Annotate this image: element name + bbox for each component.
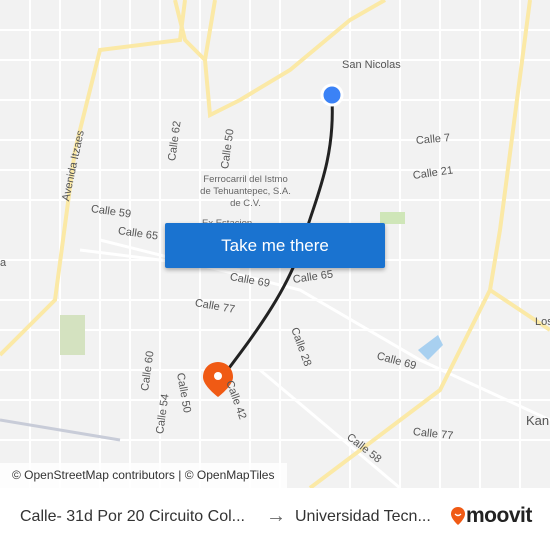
destination-name: Universidad Tecn... [295,508,431,525]
origin-marker [320,83,344,107]
moovit-wordmark: moovit [466,504,532,527]
arrow-right-icon: → [266,505,286,527]
label-los: Los [535,316,550,328]
moovit-logo: moovit [450,504,532,528]
footer: Calle- 31d Por 20 Circuito Col... → Univ… [0,488,550,550]
label-san-nicolas: San Nicolas [342,59,401,71]
take-me-there-button[interactable]: Take me there [165,223,385,268]
map[interactable]: San Nicolas Calle 7 Calle 21 Calle 59 Ca… [0,0,550,488]
label-kan: Kan [526,413,550,428]
map-attribution[interactable]: © OpenStreetMap contributors | © OpenMap… [0,463,287,488]
poi-ferrocarril: Ferrocarril del Istmo de Tehuantepec, S.… [200,174,291,209]
moovit-pin-icon [451,507,465,525]
label-a: a [0,257,7,269]
origin-name: Calle- 31d Por 20 Circuito Col... [20,508,245,525]
